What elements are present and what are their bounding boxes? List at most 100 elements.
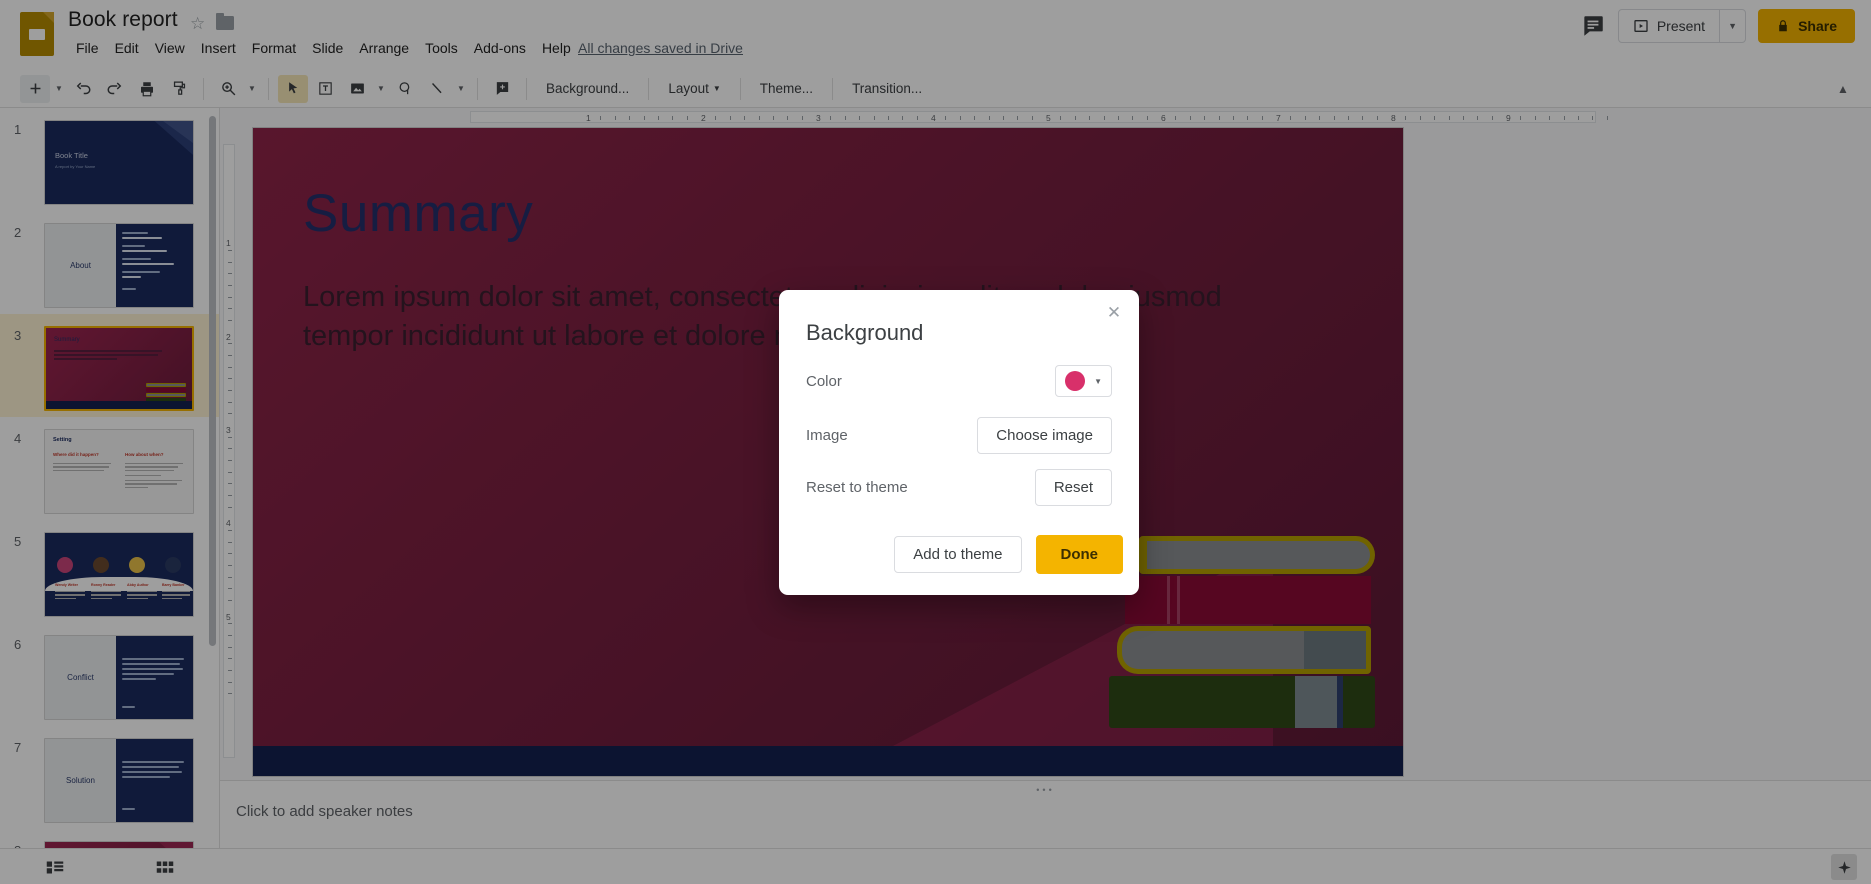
collapse-toolbar-button[interactable]: ▲ bbox=[1831, 77, 1855, 101]
zoom-button[interactable] bbox=[213, 75, 243, 103]
done-button[interactable]: Done bbox=[1035, 535, 1123, 574]
thumb-person-2: Ronny Reader bbox=[91, 583, 116, 587]
menu-item-tools[interactable]: Tools bbox=[417, 37, 466, 59]
image-dropdown-caret[interactable]: ▼ bbox=[374, 75, 388, 103]
line-icon bbox=[431, 83, 442, 94]
print-button[interactable] bbox=[132, 75, 162, 103]
menu-item-edit[interactable]: Edit bbox=[107, 37, 147, 59]
horizontal-ruler[interactable]: 1 2 3 4 5 6 7 8 9 bbox=[220, 108, 1871, 126]
slide-thumbnail[interactable]: Book Title A report by Your Name bbox=[44, 120, 194, 205]
slide-thumbnail[interactable]: Conflict bbox=[44, 635, 194, 720]
image-icon bbox=[350, 83, 364, 94]
new-slide-dropdown-caret[interactable]: ▼ bbox=[52, 75, 66, 103]
present-button-group[interactable]: Present ▼ bbox=[1617, 9, 1747, 43]
ruler-mark: 7 bbox=[1276, 113, 1281, 123]
slide-title-text[interactable]: Summary bbox=[303, 183, 533, 244]
layout-button[interactable]: Layout ▼ bbox=[658, 76, 730, 101]
slide-thumbnail[interactable]: Summary bbox=[44, 326, 194, 411]
line-dropdown-caret[interactable]: ▼ bbox=[454, 75, 468, 103]
present-dropdown-caret[interactable]: ▼ bbox=[1719, 10, 1745, 42]
undo-button[interactable] bbox=[68, 75, 98, 103]
share-button[interactable]: Share bbox=[1758, 9, 1855, 43]
slide-accent-bar bbox=[253, 746, 1403, 776]
close-icon[interactable]: ✕ bbox=[1101, 300, 1127, 326]
filmstrip-slide-5[interactable]: 5 Wendy Writer Ronny Reader Abby Author … bbox=[0, 520, 219, 623]
ruler-tick bbox=[1549, 116, 1551, 120]
filmstrip-slide-3[interactable]: 3 Summary bbox=[0, 314, 219, 417]
ruler-tick bbox=[1362, 116, 1364, 120]
save-status[interactable]: All changes saved in Drive bbox=[578, 40, 743, 56]
speaker-notes-placeholder[interactable]: Click to add speaker notes bbox=[236, 803, 413, 820]
insert-line-button[interactable] bbox=[422, 75, 452, 103]
slide-thumbnail[interactable] bbox=[44, 841, 194, 848]
document-title[interactable]: Book report bbox=[68, 8, 178, 32]
background-button[interactable]: Background... bbox=[536, 76, 639, 101]
ruler-tick bbox=[1261, 116, 1263, 120]
transition-button[interactable]: Transition... bbox=[842, 76, 932, 101]
ruler-tick bbox=[228, 693, 232, 695]
slide-thumbnail[interactable]: Setting Where did it happen? How about w… bbox=[44, 429, 194, 514]
menu-item-view[interactable]: View bbox=[147, 37, 193, 59]
share-label: Share bbox=[1798, 18, 1837, 34]
reset-button[interactable]: Reset bbox=[1034, 469, 1112, 506]
grid-view-button[interactable] bbox=[152, 855, 178, 879]
ruler-tick bbox=[228, 436, 232, 438]
ruler-tick bbox=[228, 576, 232, 578]
comment-icon[interactable] bbox=[1580, 13, 1606, 39]
ruler-mark: 4 bbox=[931, 113, 936, 123]
menu-item-arrange[interactable]: Arrange bbox=[351, 37, 417, 59]
ruler-mark: 2 bbox=[701, 113, 706, 123]
present-button[interactable]: Present bbox=[1619, 10, 1719, 42]
menu-item-insert[interactable]: Insert bbox=[193, 37, 244, 59]
ruler-tick bbox=[1434, 116, 1436, 120]
redo-icon bbox=[107, 81, 122, 94]
ruler-tick bbox=[228, 320, 232, 321]
slide-thumbnail[interactable]: Solution bbox=[44, 738, 194, 823]
ruler-tick bbox=[1534, 116, 1536, 120]
notes-resize-handle[interactable]: ••• bbox=[1036, 785, 1054, 795]
explore-button[interactable] bbox=[1831, 854, 1857, 880]
present-label: Present bbox=[1656, 18, 1706, 34]
slide-thumbnail[interactable]: About bbox=[44, 223, 194, 308]
filmstrip-view-button[interactable] bbox=[42, 855, 68, 879]
slide-filmstrip[interactable]: 1 Book Title A report by Your Name 2 Abo… bbox=[0, 108, 220, 848]
theme-button[interactable]: Theme... bbox=[750, 76, 823, 101]
thumb-title: Conflict bbox=[67, 673, 94, 682]
folder-icon[interactable] bbox=[216, 13, 234, 30]
star-icon[interactable]: ☆ bbox=[190, 14, 205, 34]
zoom-dropdown-caret[interactable]: ▼ bbox=[245, 75, 259, 103]
add-to-theme-button[interactable]: Add to theme bbox=[894, 536, 1022, 573]
thumb-right-head: How about when? bbox=[125, 452, 164, 457]
add-comment-button[interactable] bbox=[487, 75, 517, 103]
insert-image-button[interactable] bbox=[342, 75, 372, 103]
menu-item-file[interactable]: File bbox=[68, 37, 107, 59]
slide-number: 7 bbox=[14, 740, 22, 755]
ruler-tick bbox=[974, 116, 976, 120]
text-box-button[interactable] bbox=[310, 75, 340, 103]
new-slide-button[interactable] bbox=[20, 74, 50, 103]
select-tool-button[interactable] bbox=[278, 74, 308, 103]
filmstrip-slide-8[interactable]: 8 bbox=[0, 829, 219, 848]
speaker-notes-panel[interactable]: ••• Click to add speaker notes bbox=[220, 780, 1871, 848]
filmstrip-slide-1[interactable]: 1 Book Title A report by Your Name bbox=[0, 108, 219, 211]
filmstrip-scrollbar[interactable] bbox=[209, 116, 216, 646]
thumb-subtitle: A report by Your Name bbox=[55, 164, 96, 169]
insert-shape-button[interactable] bbox=[390, 75, 420, 103]
ruler-tick bbox=[672, 116, 674, 120]
filmstrip-slide-6[interactable]: 6 Conflict bbox=[0, 623, 219, 726]
menu-item-help[interactable]: Help bbox=[534, 37, 579, 59]
ruler-tick bbox=[916, 116, 918, 120]
redo-button[interactable] bbox=[100, 75, 130, 103]
paint-format-button[interactable] bbox=[164, 75, 194, 103]
filmstrip-slide-2[interactable]: 2 About bbox=[0, 211, 219, 314]
vertical-ruler[interactable]: 1 2 3 4 5 bbox=[220, 126, 238, 848]
filmstrip-slide-7[interactable]: 7 Solution bbox=[0, 726, 219, 829]
choose-image-button[interactable]: Choose image bbox=[977, 417, 1112, 454]
menu-item-slide[interactable]: Slide bbox=[304, 37, 351, 59]
ruler-tick bbox=[228, 658, 232, 660]
menu-item-addons[interactable]: Add-ons bbox=[466, 37, 534, 59]
background-color-picker[interactable]: ▼ bbox=[1055, 365, 1112, 397]
slide-thumbnail[interactable]: Wendy Writer Ronny Reader Abby Author Ba… bbox=[44, 532, 194, 617]
filmstrip-slide-4[interactable]: 4 Setting Where did it happen? How about… bbox=[0, 417, 219, 520]
menu-item-format[interactable]: Format bbox=[244, 37, 304, 59]
